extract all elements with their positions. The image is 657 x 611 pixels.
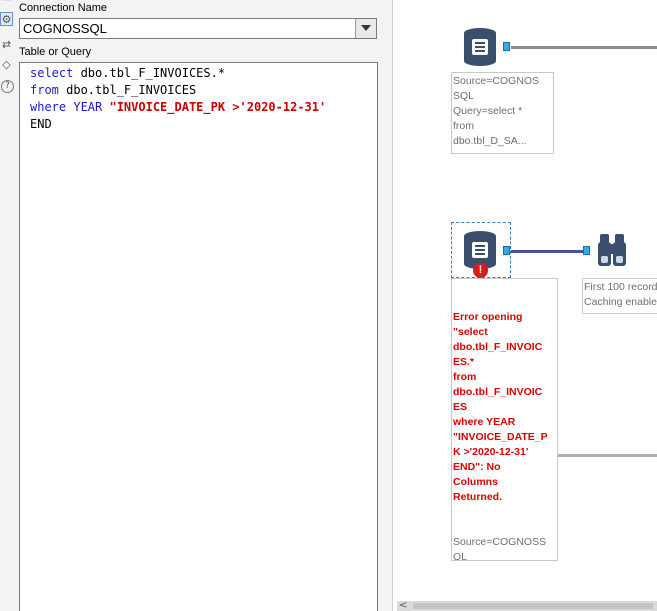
connection-dropdown-button[interactable]: [355, 19, 376, 38]
gear-icon[interactable]: ⚙: [0, 12, 13, 26]
tool-annotation: Source=COGNOS SQL Query=select * from db…: [451, 72, 554, 154]
help-icon[interactable]: ?: [1, 80, 14, 93]
tool-source-text: Source=COGNOSS QL Query=select dbo.tbl_F…: [453, 536, 547, 561]
connection-line: [511, 46, 657, 49]
sql-line: select dbo.tbl_F_INVOICES.*: [30, 66, 226, 80]
sql-query-editor[interactable]: select dbo.tbl_F_INVOICES.* from dbo.tbl…: [19, 62, 378, 611]
horizontal-scrollbar[interactable]: <: [397, 600, 657, 611]
connection-name-label: Connection Name: [19, 2, 108, 14]
sql-line: where YEAR "INVOICE_DATE_PK >'2020-12-31…: [30, 100, 327, 114]
tool-annotation: First 100 records Caching enabled: [582, 278, 657, 314]
connection-line: [556, 454, 657, 457]
error-message: Error opening "select dbo.tbl_F_INVOIC E…: [453, 311, 548, 503]
chevron-down-icon: [361, 25, 371, 31]
output-anchor[interactable]: [503, 42, 510, 51]
tool-annotation: Error opening "select dbo.tbl_F_INVOIC E…: [451, 278, 558, 561]
arrows-icon[interactable]: ⇄: [0, 38, 13, 52]
scrollbar-thumb[interactable]: [413, 603, 653, 609]
tag-icon[interactable]: ◇: [0, 58, 13, 72]
error-icon: !: [473, 263, 488, 278]
sql-line: END: [30, 117, 52, 131]
sql-line: from dbo.tbl_F_INVOICES: [30, 83, 197, 97]
table-or-query-label: Table or Query: [19, 46, 92, 58]
configuration-panel: ⋯ ⚙ ⇄ ◇ ? Connection Name COGNOSSQL Tabl…: [0, 0, 393, 611]
output-anchor[interactable]: [503, 246, 510, 255]
more-dots-icon[interactable]: ⋯: [0, 0, 13, 8]
config-icon-strip: ⋯ ⚙ ⇄ ◇ ?: [0, 0, 14, 611]
connection-name-value: COGNOSSQL: [23, 21, 107, 36]
input-anchor[interactable]: [583, 246, 590, 255]
chevron-left-icon[interactable]: <: [399, 600, 407, 611]
input-data-tool-icon[interactable]: [462, 27, 498, 67]
browse-binoculars-icon[interactable]: [594, 232, 630, 268]
connection-line: [511, 250, 585, 253]
connection-name-select[interactable]: COGNOSSQL: [19, 18, 377, 39]
